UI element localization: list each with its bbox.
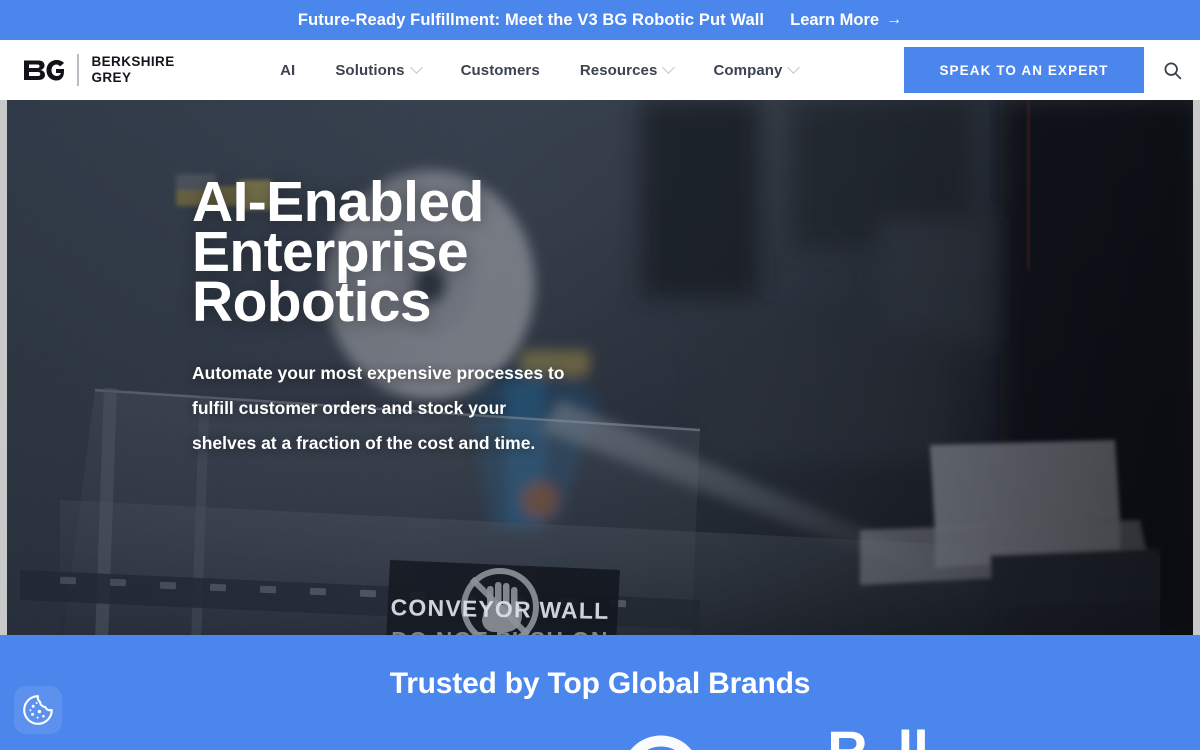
brand-logo-3-target	[630, 735, 692, 750]
hero-subheadline: Automate your most expensive processes t…	[192, 356, 624, 461]
nav-item-label: Solutions	[335, 61, 405, 79]
brand-logo-4: R	[827, 722, 867, 750]
trusted-brands-section: Trusted by Top Global Brands R ll	[0, 635, 1200, 750]
announcement-learn-more-link[interactable]: Learn More →	[790, 11, 902, 30]
nav-item-label: Resources	[579, 61, 658, 79]
nav-item-label: Customers	[460, 61, 540, 79]
search-button[interactable]	[1144, 42, 1200, 98]
hero-content: AI-Enabled Enterprise Robotics Automate …	[192, 174, 832, 461]
chevron-down-icon	[409, 60, 423, 74]
cookie-preferences-button[interactable]	[14, 686, 62, 734]
brand-logo-2	[485, 731, 495, 750]
nav-item-label: Company	[713, 61, 783, 79]
page-right-gutter	[1193, 100, 1200, 635]
nav-item-company[interactable]: Company	[693, 60, 818, 79]
search-icon	[1164, 62, 1181, 79]
hero-section: DO NOT PUSH ON CONVEYOR WALL AI-Enabled …	[0, 100, 1200, 635]
announcement-cta-label: Learn More	[790, 10, 880, 29]
brand-logo-row: R ll	[0, 722, 1200, 750]
bg-monogram-icon	[24, 60, 64, 81]
cookie-icon	[23, 695, 53, 725]
logo-wordmark: BERKSHIRE GREY	[92, 54, 175, 87]
arrow-right-icon: →	[886, 11, 903, 28]
speak-to-an-expert-button[interactable]: SPEAK TO AN EXPERT	[904, 47, 1144, 93]
logo-divider	[77, 54, 79, 86]
main-navigation: AI Solutions Customers Resources Company	[175, 60, 904, 79]
logo-wordmark-line1: BERKSHIRE	[91, 53, 175, 69]
hero-subheadline-line2: fulfill customer orders and stock your	[192, 397, 507, 418]
nav-item-ai[interactable]: AI	[260, 62, 315, 79]
hero-subheadline-line1: Automate your most expensive processes t…	[192, 362, 565, 383]
hero-subheadline-line3: shelves at a fraction of the cost and ti…	[192, 432, 536, 453]
brand-logo-1	[271, 731, 367, 750]
trusted-brands-title: Trusted by Top Global Brands	[389, 667, 811, 700]
page-root: Future-Ready Fulfillment: Meet the V3 BG…	[0, 0, 1200, 750]
brand-logo-5: ll	[898, 722, 929, 750]
nav-item-label: AI	[280, 61, 296, 79]
chevron-down-icon	[787, 60, 801, 74]
announcement-text: Future-Ready Fulfillment: Meet the V3 BG…	[297, 10, 765, 29]
chevron-down-icon	[662, 60, 676, 74]
announcement-banner: Future-Ready Fulfillment: Meet the V3 BG…	[0, 0, 1200, 40]
page-left-gutter	[0, 100, 7, 635]
hero-headline: AI-Enabled Enterprise Robotics	[192, 174, 832, 334]
logo-wordmark-line2: GREY	[91, 70, 132, 85]
nav-item-resources[interactable]: Resources	[560, 60, 694, 79]
hero-headline-line3: Robotics	[192, 269, 432, 334]
nav-item-customers[interactable]: Customers	[441, 62, 560, 79]
nav-item-solutions[interactable]: Solutions	[315, 60, 440, 79]
logo-berkshire-grey[interactable]: BERKSHIRE GREY	[22, 54, 175, 87]
site-header: BERKSHIRE GREY AI Solutions Customers Re…	[0, 40, 1200, 100]
